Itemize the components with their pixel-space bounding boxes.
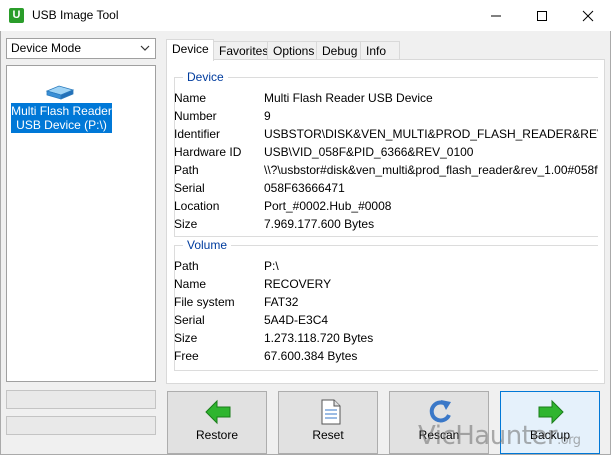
device-row-identifier: Identifier USBSTOR\DISK&VEN_MULTI&PROD_FL…: [174, 127, 598, 145]
device-row-serial: Serial 058F63666471: [174, 181, 598, 199]
prop-value: 9: [264, 109, 271, 123]
minimize-button[interactable]: [473, 0, 519, 31]
maximize-icon: [537, 11, 547, 21]
maximize-button[interactable]: [519, 0, 565, 31]
watermark: VicHaunter.org: [418, 421, 581, 451]
prop-value: 5A4D-E3C4: [264, 313, 329, 327]
device-row-name: Name Multi Flash Reader USB Device: [174, 91, 598, 109]
prop-value: P:\: [264, 259, 279, 273]
window-title: USB Image Tool: [32, 8, 119, 22]
volume-row-name: Name RECOVERY: [174, 277, 598, 295]
close-icon: [582, 10, 594, 22]
usb-drive-icon: [45, 85, 75, 100]
mode-select-value: Device Mode: [11, 41, 82, 55]
reset-button[interactable]: Reset: [278, 391, 378, 454]
prop-key: File system: [174, 295, 235, 309]
prop-value: 67.600.384 Bytes: [264, 349, 358, 363]
chevron-down-icon: [140, 45, 150, 51]
title-bar: U USB Image Tool: [0, 0, 611, 31]
document-icon: [321, 399, 341, 425]
close-button[interactable]: [565, 0, 611, 31]
prop-key: Number: [174, 109, 217, 123]
app-icon: U: [9, 8, 24, 23]
tab-debug[interactable]: Debug: [316, 41, 361, 60]
prop-key: Path: [174, 259, 199, 273]
prop-key: Location: [174, 199, 220, 213]
device-tab-panel: Device Name Multi Flash Reader USB Device…: [166, 59, 605, 384]
prop-key: Size: [174, 331, 198, 345]
prop-value: Multi Flash Reader USB Device: [264, 91, 433, 105]
volume-row-path: Path P:\: [174, 259, 598, 277]
prop-key: Serial: [174, 313, 205, 327]
prop-value: RECOVERY: [264, 277, 332, 291]
device-label: Multi Flash Reader USB Device (P:\): [11, 103, 112, 133]
volume-group-title: Volume: [183, 238, 232, 252]
device-row-number: Number 9: [174, 109, 598, 127]
reset-button-label: Reset: [312, 428, 344, 442]
prop-value: FAT32: [264, 295, 299, 309]
device-list[interactable]: Multi Flash Reader USB Device (P:\): [6, 65, 156, 382]
prop-value: \\?\usbstor#disk&ven_multi&prod_flash_re…: [264, 163, 598, 177]
status-bar-top: [6, 390, 156, 409]
prop-key: Identifier: [174, 127, 221, 141]
prop-key: Free: [174, 349, 199, 363]
watermark-text: VicHaunter: [418, 421, 558, 451]
volume-row-free: Free 67.600.384 Bytes: [174, 349, 598, 367]
mode-select[interactable]: Device Mode: [6, 38, 156, 59]
device-label-line2: USB Device (P:\): [16, 118, 107, 132]
volume-row-size: Size 1.273.118.720 Bytes: [174, 331, 598, 349]
restore-button-label: Restore: [195, 428, 239, 442]
device-row-size: Size 7.969.177.600 Bytes: [174, 217, 598, 235]
device-label-line1: Multi Flash Reader: [11, 104, 112, 118]
tab-options[interactable]: Options: [267, 41, 317, 60]
prop-key: Path: [174, 163, 199, 177]
prop-key: Name: [174, 91, 207, 105]
prop-value: USB\VID_058F&PID_6366&REV_0100: [264, 145, 474, 159]
tab-info[interactable]: Info: [360, 41, 400, 60]
prop-value: 7.969.177.600 Bytes: [264, 217, 375, 231]
tab-device[interactable]: Device: [166, 39, 214, 61]
volume-row-file-system: File system FAT32: [174, 295, 598, 313]
volume-row-serial: Serial 5A4D-E3C4: [174, 313, 598, 331]
device-row-path: Path \\?\usbstor#disk&ven_multi&prod_flas…: [174, 163, 598, 181]
restore-button[interactable]: Restore: [167, 391, 267, 454]
prop-key: Serial: [174, 181, 205, 195]
watermark-suffix: .org: [557, 433, 581, 448]
prop-key: Size: [174, 217, 198, 231]
prop-key: Hardware ID: [174, 145, 242, 159]
device-row-location: Location Port_#0002.Hub_#0008: [174, 199, 598, 217]
arrow-left-icon: [205, 399, 231, 425]
minimize-icon: [491, 15, 501, 17]
prop-value: USBSTOR\DISK&VEN_MULTI&PROD_FLASH_READER…: [264, 127, 598, 141]
device-row-hardware-id: Hardware ID USB\VID_058F&PID_6366&REV_010…: [174, 145, 598, 163]
device-group-title: Device: [183, 70, 228, 84]
tab-favorites[interactable]: Favorites: [213, 41, 268, 60]
prop-value: 058F63666471: [264, 181, 345, 195]
prop-value: 1.273.118.720 Bytes: [264, 331, 374, 345]
prop-key: Name: [174, 277, 207, 291]
status-bar-bottom: [6, 416, 156, 435]
prop-value: Port_#0002.Hub_#0008: [264, 199, 392, 213]
